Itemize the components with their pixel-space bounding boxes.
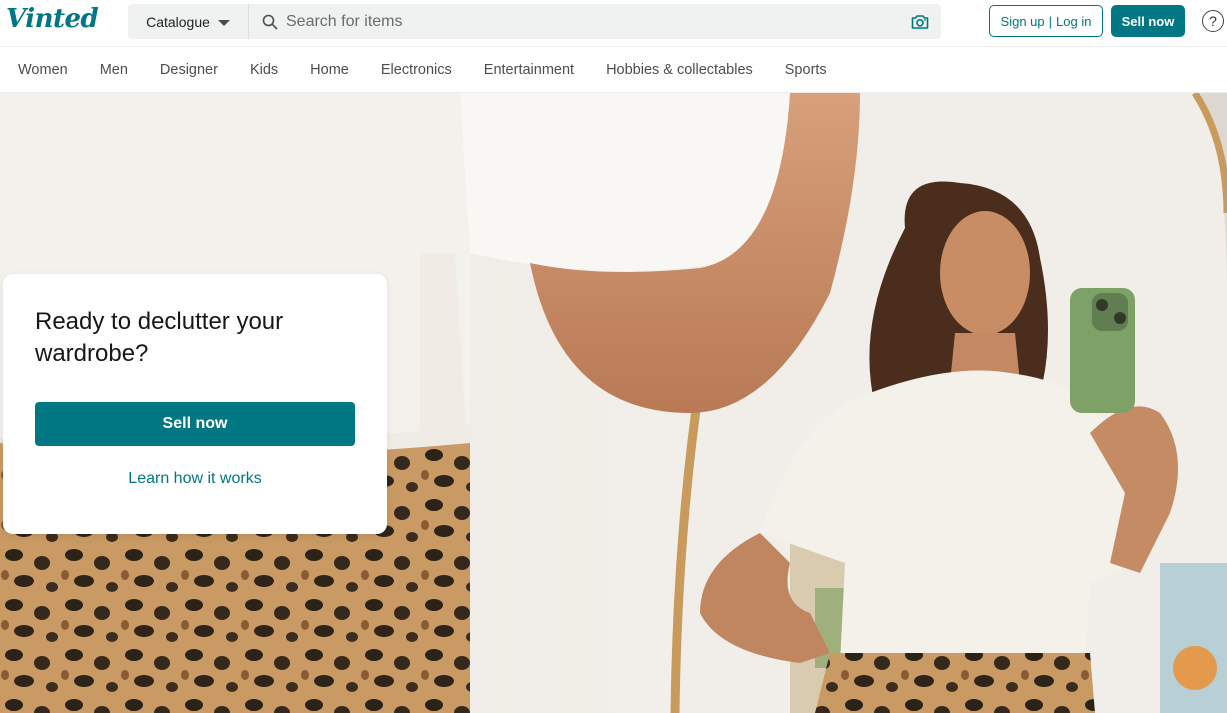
sell-promo-card: Ready to declutter your wardrobe? Sell n… bbox=[3, 274, 387, 534]
search-input[interactable] bbox=[278, 4, 910, 39]
category-entertainment[interactable]: Entertainment bbox=[484, 62, 574, 78]
vinted-logo[interactable]: Vinted bbox=[6, 4, 99, 34]
category-designer[interactable]: Designer bbox=[160, 62, 218, 78]
signup-login-button[interactable]: Sign up | Log in bbox=[989, 5, 1103, 37]
catalogue-label: Catalogue bbox=[146, 13, 210, 30]
category-home[interactable]: Home bbox=[310, 62, 349, 78]
category-nav: Women Men Designer Kids Home Electronics… bbox=[0, 48, 1227, 93]
category-sports[interactable]: Sports bbox=[785, 62, 827, 78]
learn-how-link[interactable]: Learn how it works bbox=[35, 470, 355, 488]
promo-title: Ready to declutter your wardrobe? bbox=[35, 308, 284, 367]
chevron-down-icon bbox=[217, 19, 230, 26]
signup-link[interactable]: Sign up bbox=[1001, 14, 1045, 29]
category-electronics[interactable]: Electronics bbox=[381, 62, 452, 78]
search-icon bbox=[262, 14, 278, 30]
category-men[interactable]: Men bbox=[100, 62, 128, 78]
search-bar: Catalogue bbox=[128, 4, 941, 39]
header-sell-button[interactable]: Sell now bbox=[1111, 5, 1185, 37]
category-hobbies[interactable]: Hobbies & collectables bbox=[606, 62, 753, 78]
catalogue-dropdown[interactable]: Catalogue bbox=[128, 4, 249, 39]
top-header: Vinted Catalogue Sign up | Log in Sell n… bbox=[0, 0, 1227, 47]
login-link[interactable]: Log in bbox=[1056, 14, 1091, 29]
question-circle-icon[interactable]: ? bbox=[1202, 10, 1224, 32]
promo-sell-button[interactable]: Sell now bbox=[35, 402, 355, 446]
hero-banner: Ready to declutter your wardrobe? Sell n… bbox=[0, 93, 1227, 713]
category-women[interactable]: Women bbox=[18, 62, 68, 78]
camera-icon[interactable] bbox=[910, 12, 930, 32]
category-kids[interactable]: Kids bbox=[250, 62, 278, 78]
separator: | bbox=[1048, 13, 1053, 29]
